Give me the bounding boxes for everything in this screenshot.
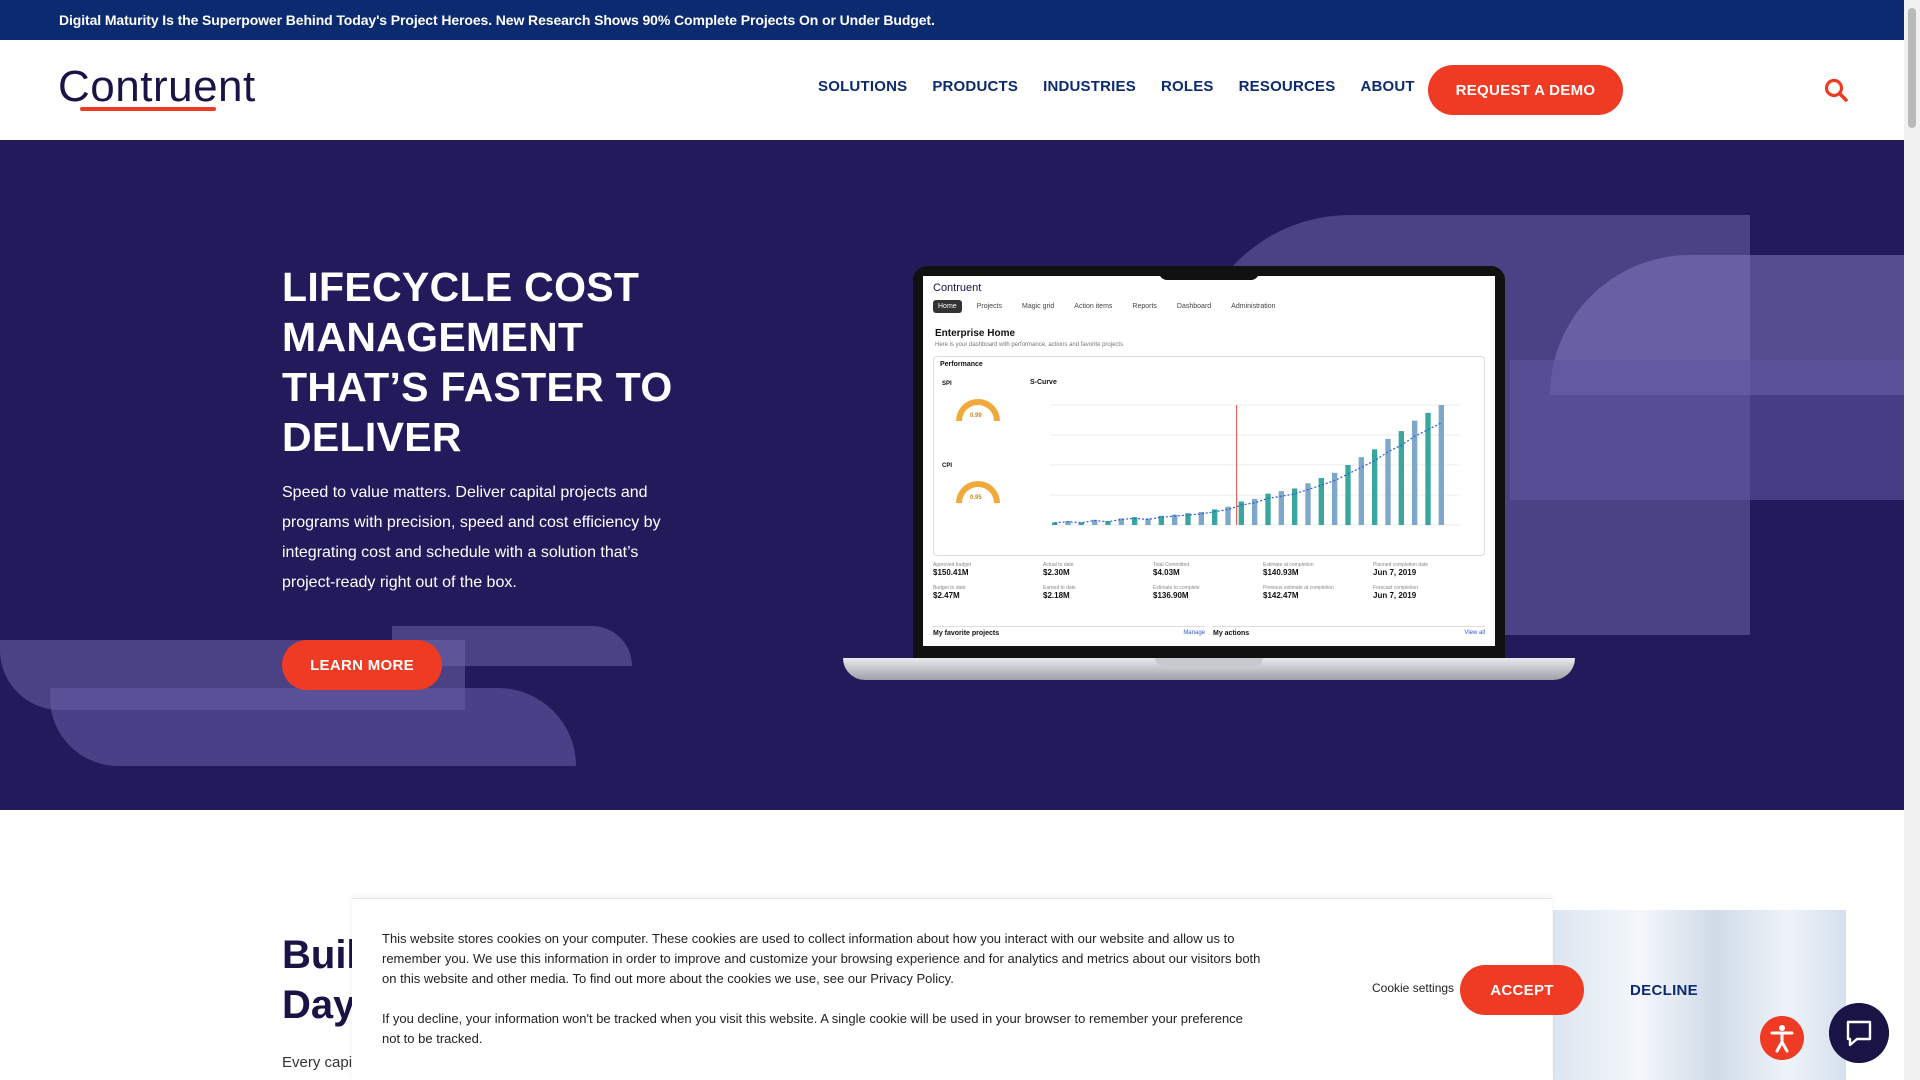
cookie-paragraph: This website stores cookies on your comp… [382, 931, 1261, 986]
performance-label: Performance [940, 361, 983, 368]
screen-tab: Home [933, 300, 962, 313]
spi-label: SPI [942, 381, 952, 387]
section-text: Every capi [282, 1054, 353, 1071]
metric-cell: Estimate at completion $140.93M [1263, 562, 1373, 577]
screen-tabs: Home Projects Magic grid Action items Re… [933, 300, 1281, 313]
chart-bar [1438, 405, 1444, 525]
metric-cell: Estimate to complete $136.90M [1153, 585, 1263, 600]
cookie-banner: This website stores cookies on your comp… [352, 898, 1698, 1080]
hero-title: LIFECYCLE COST MANAGEMENT THAT’S FASTER … [282, 264, 673, 460]
metric-cell: Actual to date $2.30M [1043, 562, 1153, 577]
hero-section: LIFECYCLE COST MANAGEMENT THAT’S FASTER … [0, 140, 1904, 810]
request-demo-button[interactable]: REQUEST A DEMO [1428, 65, 1623, 115]
metric-value: $136.90M [1153, 591, 1189, 600]
screen-tab: Reports [1132, 303, 1157, 310]
learn-more-button[interactable]: LEARN MORE [282, 640, 442, 690]
nav-about[interactable]: ABOUT [1360, 78, 1414, 95]
section-title: Buil Day [282, 930, 358, 1030]
spi-value: 0.99 [970, 413, 982, 419]
chat-icon[interactable] [1829, 1003, 1889, 1063]
cpi-value: 0.95 [970, 495, 982, 501]
search-icon[interactable] [1823, 77, 1849, 103]
metric-cell: Planned completion date Jun 7, 2019 [1373, 562, 1483, 577]
announcement-bar[interactable]: Digital Maturity Is the Superpower Behin… [0, 0, 1904, 40]
metrics-row: Budget to date $2.47M Earned to date $2.18M… [933, 585, 1485, 600]
chart-bar [1385, 438, 1391, 525]
screen-tab: Projects [976, 303, 1002, 310]
nav-industries[interactable]: INDUSTRIES [1043, 78, 1136, 95]
cpi-label: CPI [942, 463, 953, 469]
screen-logo: Contruent [933, 282, 982, 294]
main-nav: SOLUTIONS PRODUCTS INDUSTRIES ROLES RESO… [818, 78, 1440, 95]
scurve-chart [1050, 404, 1460, 526]
site-header: Contruent SOLUTIONS PRODUCTS INDUSTRIES … [0, 40, 1904, 140]
screen-tab: Action items [1074, 303, 1113, 310]
metrics-row: Approved budget $150.41M Actual to date $2.… [933, 562, 1485, 577]
metric-value: $142.47M [1263, 591, 1299, 600]
chart-line [1054, 422, 1442, 524]
metric-cell: Approved budget $150.41M [933, 562, 1043, 577]
metric-value: $4.03M [1153, 568, 1180, 577]
nav-solutions[interactable]: SOLUTIONS [818, 78, 907, 95]
hero-text: Speed to value matters. Deliver capital … [282, 484, 661, 591]
logo-underline [80, 107, 216, 111]
screen-tab: Dashboard [1176, 303, 1212, 310]
metric-cell: Total Committed $4.03M [1153, 562, 1263, 577]
screen-tab: Magic grid [1021, 303, 1055, 310]
scrollbar-thumb[interactable] [1908, 8, 1916, 128]
favorites-card: My favorite projects Manage [933, 626, 1205, 637]
cookie-paragraph: If you decline, your information won't b… [382, 1011, 1243, 1046]
nav-products[interactable]: PRODUCTS [932, 78, 1018, 95]
cookie-settings-link[interactable]: Cookie settings [1372, 981, 1454, 995]
accept-cookies-button[interactable]: ACCEPT [1460, 965, 1584, 1015]
dashboard-screenshot: Contruent Home Projects Magic grid Actio… [923, 276, 1495, 646]
laptop-mockup: Contruent Home Projects Magic grid Actio… [843, 266, 1575, 686]
metric-value: Jun 7, 2019 [1373, 591, 1417, 600]
screen-subheading: Here is your dashboard with performance,… [935, 342, 1124, 348]
favorites-link: Manage [1183, 630, 1205, 636]
section-title-line: Buil [282, 933, 358, 977]
chart-bar [1358, 457, 1364, 525]
laptop-notch [1159, 266, 1259, 280]
decor-shape [50, 688, 576, 766]
cookie-text: This website stores cookies on your comp… [382, 929, 1262, 1069]
page-scrollbar[interactable] [1904, 0, 1920, 1080]
metric-value: $150.41M [933, 568, 969, 577]
metric-cell: Previous estimate at completion $142.47M [1263, 585, 1373, 600]
scurve-label: S-Curve [1030, 379, 1057, 386]
laptop-screen-frame: Contruent Home Projects Magic grid Actio… [913, 266, 1505, 658]
nav-roles[interactable]: ROLES [1161, 78, 1214, 95]
actions-card: My actions View all [1213, 626, 1485, 637]
screen-bottom-cards: My favorite projects Manage My actions V… [933, 626, 1485, 637]
accessibility-icon[interactable] [1760, 1016, 1804, 1060]
performance-card: Performance SPI 0.99 CPI 0.95 S-Curve [933, 356, 1485, 556]
chart-bar [1425, 412, 1431, 525]
contruent-logo[interactable]: Contruent [58, 62, 256, 112]
nav-resources[interactable]: RESOURCES [1239, 78, 1336, 95]
metric-cell: Budget to date $2.47M [933, 585, 1043, 600]
metric-value: $2.18M [1043, 591, 1070, 600]
chart-bar [1372, 449, 1378, 525]
metric-cell: Forecast completion Jun 7, 2019 [1373, 585, 1483, 600]
decline-cookies-button[interactable]: DECLINE [1604, 965, 1724, 1015]
metric-value: $2.30M [1043, 568, 1070, 577]
announcement-text[interactable]: Digital Maturity Is the Superpower Behin… [59, 12, 935, 28]
section-title-line: Day [282, 983, 356, 1027]
favorites-title: My favorite projects [933, 630, 1000, 637]
metric-cell: Earned to date $2.18M [1043, 585, 1153, 600]
metric-value: Jun 7, 2019 [1373, 568, 1417, 577]
laptop-base-notch [1155, 658, 1263, 666]
actions-title: My actions [1213, 630, 1250, 637]
metric-value: $2.47M [933, 591, 960, 600]
screen-heading: Enterprise Home [935, 328, 1016, 339]
metric-value: $140.93M [1263, 568, 1299, 577]
actions-link: View all [1464, 630, 1485, 636]
metrics-grid: Approved budget $150.41M Actual to date $2.… [933, 562, 1485, 608]
screen-tab: Administration [1231, 303, 1276, 310]
